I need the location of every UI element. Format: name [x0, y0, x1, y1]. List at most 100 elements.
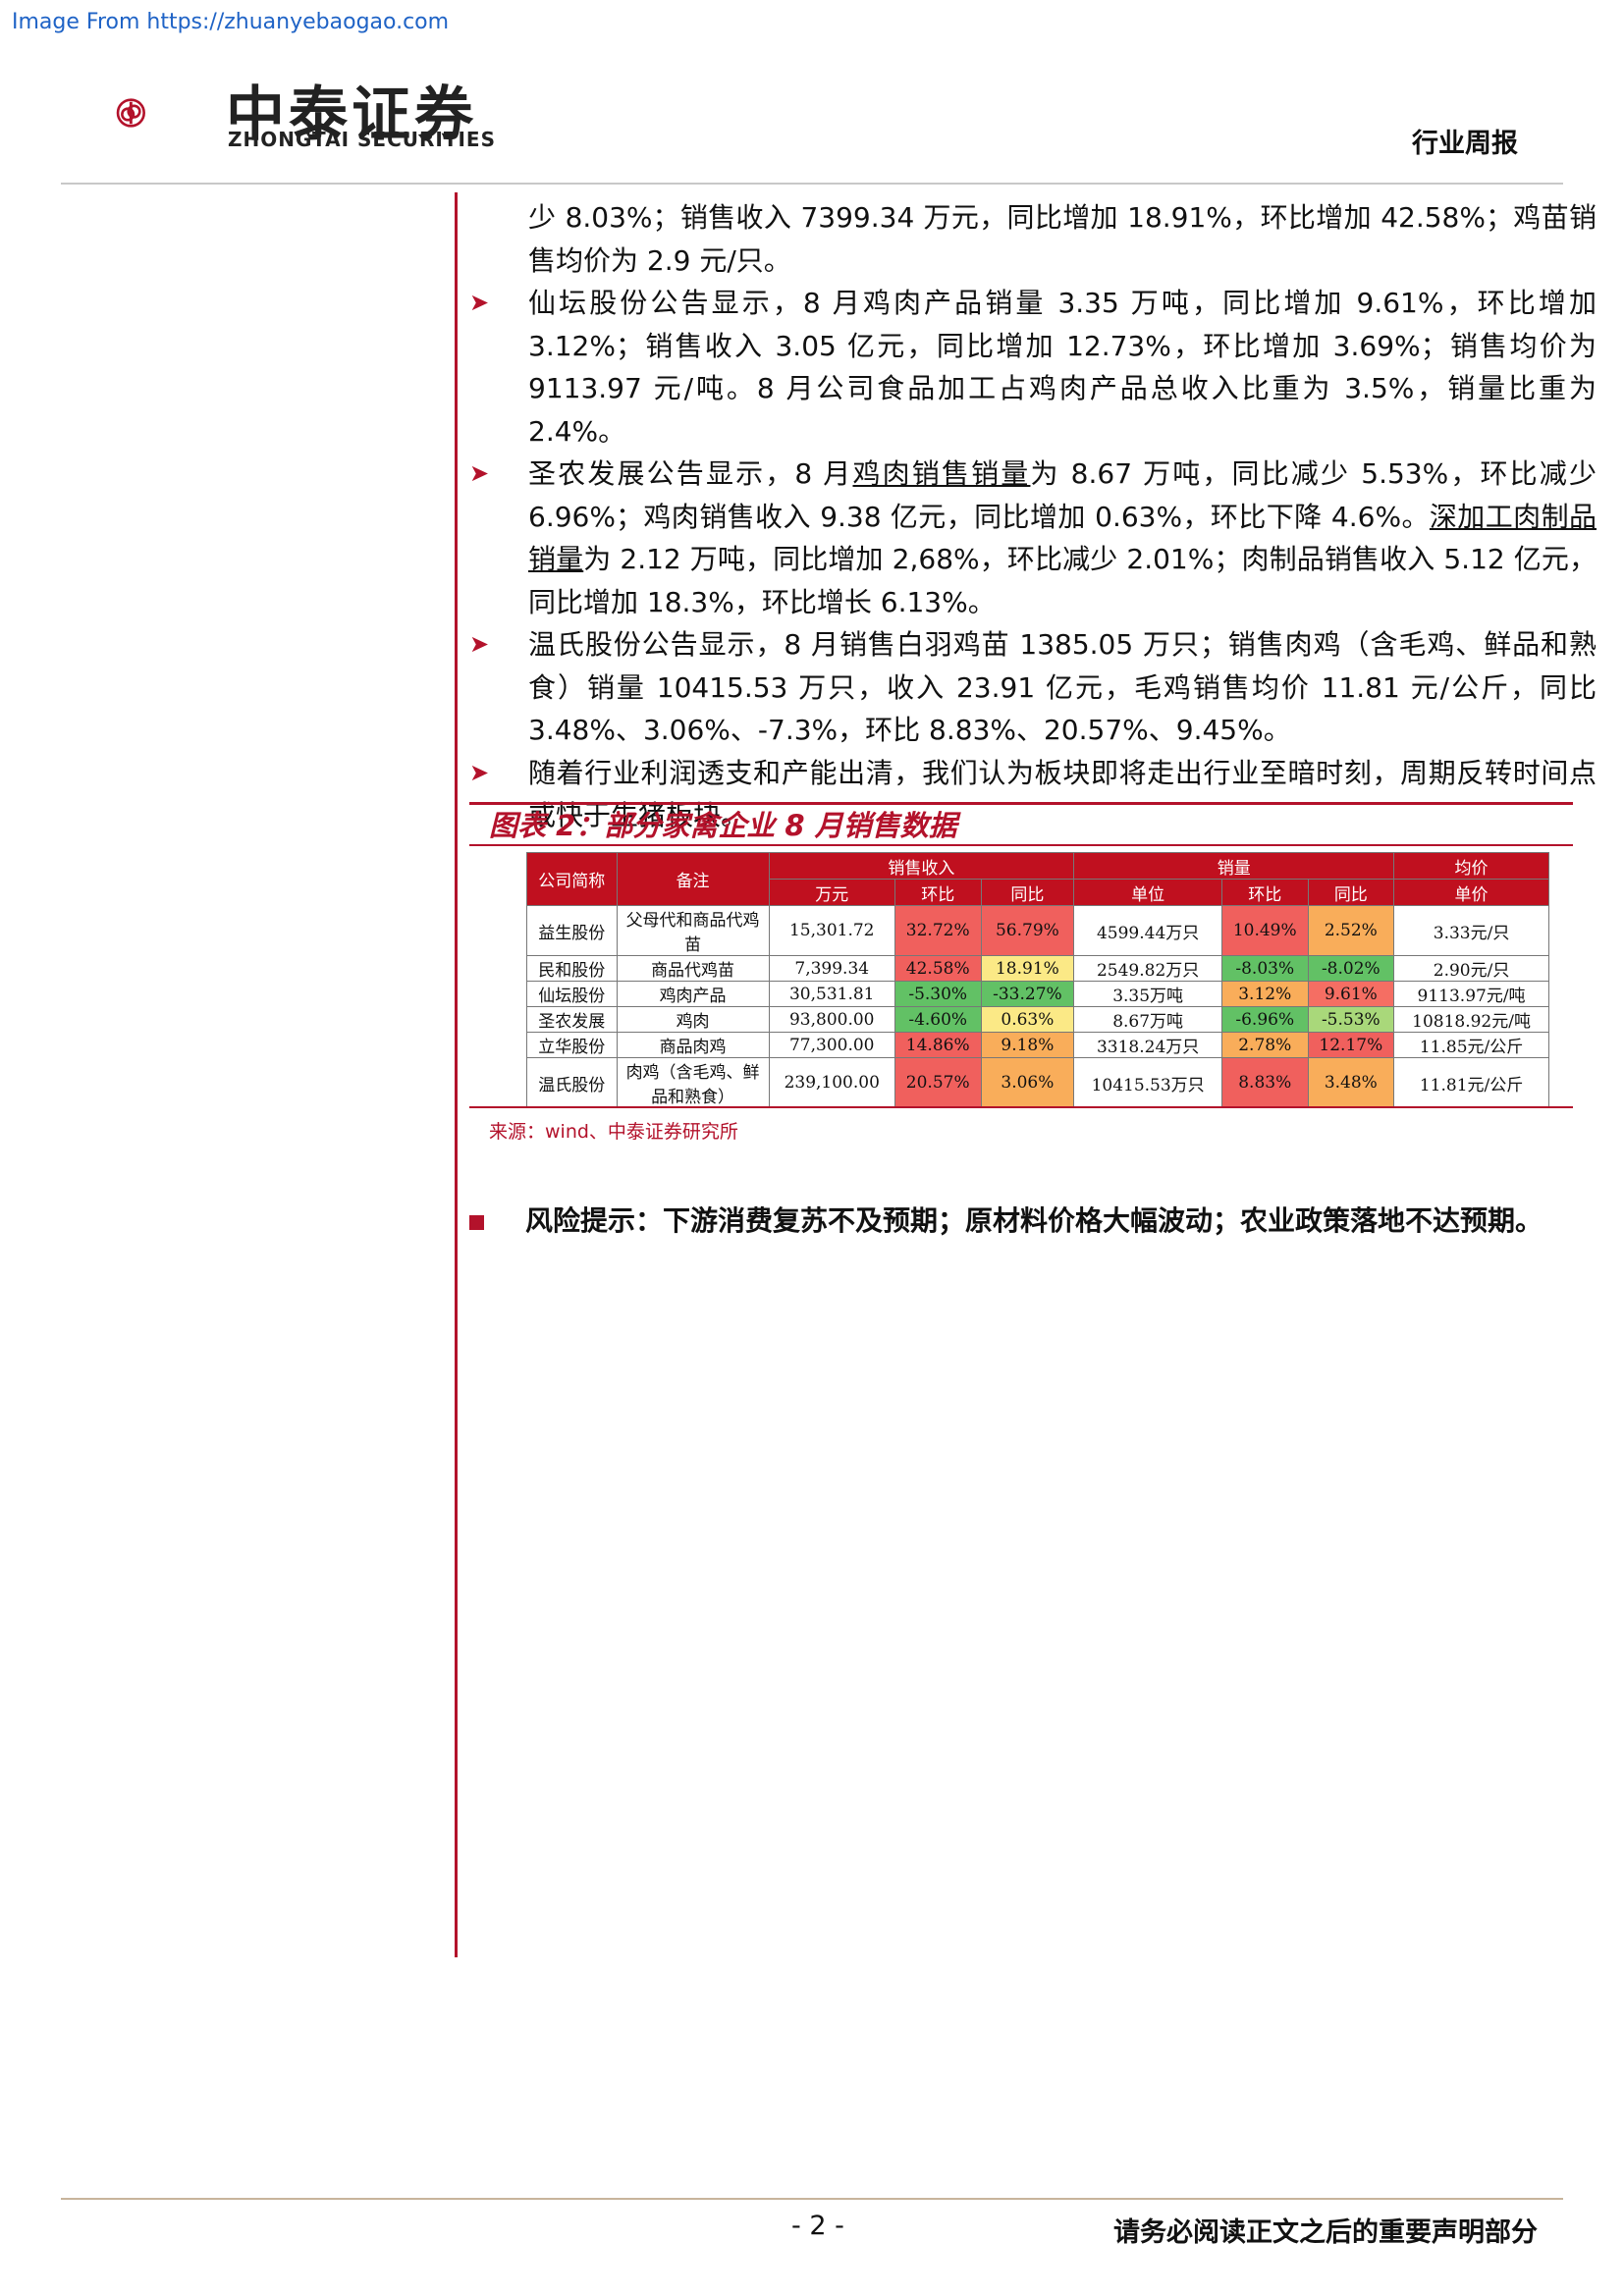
- cell-company: 益生股份: [526, 905, 618, 956]
- table-row: 仙坛股份 鸡肉产品 30,531.81 -5.30% -33.27% 3.35万…: [526, 981, 1549, 1007]
- cell-note: 肉鸡（含毛鸡、鲜品和熟食）: [616, 1057, 770, 1108]
- cell-vol-yoy: -8.02%: [1307, 955, 1395, 982]
- cell-rev-yoy: 0.63%: [980, 1006, 1075, 1033]
- cell-vol-yoy: 9.61%: [1307, 981, 1395, 1007]
- cell-revenue: 239,100.00: [768, 1057, 895, 1108]
- paragraph: 少 8.03%；销售收入 7399.34 万元，同比增加 18.91%，环比增加…: [469, 196, 1597, 282]
- cell-price: 3.33元/只: [1393, 905, 1549, 956]
- cell-rev-qoq: 14.86%: [893, 1032, 982, 1058]
- cell-vol-yoy: -5.53%: [1307, 1006, 1395, 1033]
- figure-title: 图表 2：部分家禽企业 8 月销售数据: [489, 809, 957, 842]
- cell-volume: 8.67万吨: [1073, 1006, 1222, 1033]
- cell-revenue: 30,531.81: [768, 981, 895, 1007]
- left-margin-line: [455, 192, 458, 1957]
- cell-rev-yoy: -33.27%: [980, 981, 1075, 1007]
- bullet-icon: ➤: [469, 758, 490, 786]
- underlined-term: 鸡肉销售销量: [852, 457, 1031, 490]
- sales-table: 公司简称 备注 销售收入 销量 均价 万元 环比 同比 单位 环比 同比 单价 …: [526, 852, 1549, 1108]
- table-row: 温氏股份 肉鸡（含毛鸡、鲜品和熟食） 239,100.00 20.57% 3.0…: [526, 1057, 1549, 1108]
- risk-text: 风险提示：下游消费复苏不及预期；原材料价格大幅波动；农业政策落地不达预期。: [525, 1204, 1543, 1237]
- cell-rev-qoq: 42.58%: [893, 955, 982, 982]
- sales-table-wrapper: 公司简称 备注 销售收入 销量 均价 万元 环比 同比 单位 环比 同比 单价 …: [526, 852, 1549, 1108]
- cell-revenue: 15,301.72: [768, 905, 895, 956]
- paragraph-text: 为 2.12 万吨，同比增加 2,68%，环比减少 2.01%；肉制品销售收入 …: [528, 543, 1597, 618]
- cell-price: 10818.92元/吨: [1393, 1006, 1549, 1033]
- cell-note: 商品肉鸡: [616, 1032, 770, 1058]
- figure-source: 来源：wind、中泰证券研究所: [489, 1121, 738, 1143]
- cell-rev-qoq: 20.57%: [893, 1057, 982, 1108]
- cell-rev-yoy: 18.91%: [980, 955, 1075, 982]
- header-volume: 销量: [1073, 852, 1395, 880]
- cell-vol-qoq: -6.96%: [1220, 1006, 1309, 1033]
- bullet-icon: ➤: [469, 289, 490, 316]
- header-vol-qoq: 环比: [1220, 879, 1309, 906]
- cell-vol-qoq: 10.49%: [1220, 905, 1309, 956]
- cell-rev-yoy: 56.79%: [980, 905, 1075, 956]
- header-revenue: 销售收入: [768, 852, 1075, 880]
- cell-company: 民和股份: [526, 955, 618, 982]
- cell-note: 鸡肉产品: [616, 981, 770, 1007]
- cell-rev-qoq: 32.72%: [893, 905, 982, 956]
- paragraph-text: 温氏股份公告显示，8 月销售白羽鸡苗 1385.05 万只；销售肉鸡（含毛鸡、鲜…: [528, 628, 1597, 746]
- cell-note: 鸡肉: [616, 1006, 770, 1033]
- cell-volume: 3.35万吨: [1073, 981, 1222, 1007]
- table-row: 益生股份 父母代和商品代鸡苗 15,301.72 32.72% 56.79% 4…: [526, 905, 1549, 956]
- brand-name-en: ZHONGTAI SECURITIES: [228, 128, 496, 151]
- cell-company: 温氏股份: [526, 1057, 618, 1108]
- header-vol-yoy: 同比: [1307, 879, 1395, 906]
- footer-disclaimer: 请务必阅读正文之后的重要声明部分: [1113, 2217, 1538, 2248]
- cell-price: 11.81元/公斤: [1393, 1057, 1549, 1108]
- watermark: Image From https://zhuanyebaogao.com: [12, 10, 450, 34]
- header-rule: [61, 183, 1563, 185]
- paragraph: ➤ 温氏股份公告显示，8 月销售白羽鸡苗 1385.05 万只；销售肉鸡（含毛鸡…: [469, 623, 1597, 752]
- cell-volume: 3318.24万只: [1073, 1032, 1222, 1058]
- header-vol-unit: 单位: [1073, 879, 1222, 906]
- cell-vol-qoq: 8.83%: [1220, 1057, 1309, 1108]
- cell-note: 父母代和商品代鸡苗: [616, 905, 770, 956]
- header-rev-yoy: 同比: [980, 879, 1075, 906]
- cell-company: 仙坛股份: [526, 981, 618, 1007]
- paragraph: ➤ 圣农发展公告显示，8 月鸡肉销售销量为 8.67 万吨，同比减少 5.53%…: [469, 453, 1597, 623]
- cell-vol-qoq: -8.03%: [1220, 955, 1309, 982]
- header-price: 均价: [1393, 852, 1549, 880]
- cell-revenue: 7,399.34: [768, 955, 895, 982]
- page-number: - 2 -: [791, 2211, 844, 2241]
- cell-rev-yoy: 3.06%: [980, 1057, 1075, 1108]
- paragraph-text: 少 8.03%；销售收入 7399.34 万元，同比增加 18.91%，环比增加…: [528, 201, 1597, 277]
- table-row: 民和股份 商品代鸡苗 7,399.34 42.58% 18.91% 2549.8…: [526, 955, 1549, 982]
- cell-price: 2.90元/只: [1393, 955, 1549, 982]
- cell-note: 商品代鸡苗: [616, 955, 770, 982]
- paragraph-text: 圣农发展公告显示，8 月: [528, 457, 853, 490]
- header-rev-qoq: 环比: [893, 879, 982, 906]
- header-note: 备注: [616, 852, 770, 906]
- header-rev-unit: 万元: [768, 879, 895, 906]
- footer-rule: [61, 2198, 1563, 2200]
- square-bullet-icon: [469, 1214, 484, 1230]
- bullet-icon: ➤: [469, 630, 490, 658]
- cell-rev-yoy: 9.18%: [980, 1032, 1075, 1058]
- cell-revenue: 77,300.00: [768, 1032, 895, 1058]
- report-type: 行业周报: [1412, 129, 1518, 159]
- paragraph: ➤ 仙坛股份公告显示，8 月鸡肉产品销量 3.35 万吨，同比增加 9.61%，…: [469, 282, 1597, 453]
- risk-notice: 风险提示：下游消费复苏不及预期；原材料价格大幅波动；农业政策落地不达预期。: [469, 1200, 1543, 1239]
- header-price-unit: 单价: [1393, 879, 1549, 906]
- header-company: 公司简称: [526, 852, 618, 906]
- cell-vol-qoq: 3.12%: [1220, 981, 1309, 1007]
- cell-company: 圣农发展: [526, 1006, 618, 1033]
- figure-title-rule: [469, 844, 1573, 846]
- cell-rev-qoq: -4.60%: [893, 1006, 982, 1033]
- body-content: 少 8.03%；销售收入 7399.34 万元，同比增加 18.91%，环比增加…: [469, 196, 1597, 837]
- cell-vol-yoy: 3.48%: [1307, 1057, 1395, 1108]
- cell-volume: 2549.82万只: [1073, 955, 1222, 982]
- cell-vol-qoq: 2.78%: [1220, 1032, 1309, 1058]
- cell-vol-yoy: 12.17%: [1307, 1032, 1395, 1058]
- table-row: 圣农发展 鸡肉 93,800.00 -4.60% 0.63% 8.67万吨 -6…: [526, 1006, 1549, 1033]
- table-row: 立华股份 商品肉鸡 77,300.00 14.86% 9.18% 3318.24…: [526, 1032, 1549, 1058]
- cell-rev-qoq: -5.30%: [893, 981, 982, 1007]
- figure-bottom-rule: [469, 1106, 1573, 1108]
- bullet-icon: ➤: [469, 459, 490, 487]
- cell-volume: 4599.44万只: [1073, 905, 1222, 956]
- cell-revenue: 93,800.00: [768, 1006, 895, 1033]
- brand-logo-icon: [116, 98, 145, 128]
- cell-price: 9113.97元/吨: [1393, 981, 1549, 1007]
